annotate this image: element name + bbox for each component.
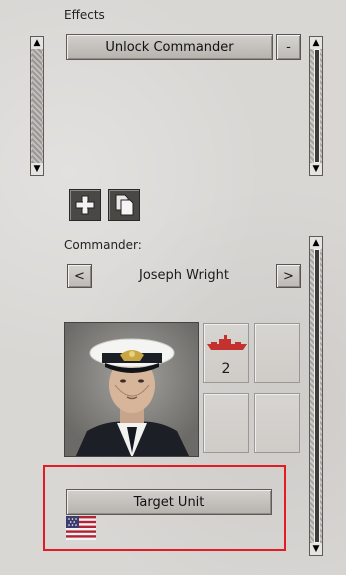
commander-heading: Commander: [64,238,142,252]
effects-right-scrollbar[interactable]: ▲ ▼ [309,36,323,176]
commander-name: Joseph Wright [139,268,229,283]
unit-slot-3[interactable] [203,393,249,453]
add-effect-button[interactable] [69,189,101,221]
commander-right-scrollbar[interactable]: ▲ ▼ [309,236,323,556]
remove-effect-button[interactable]: - [276,34,301,60]
scroll-down-arrow-icon[interactable]: ▼ [310,163,322,175]
warship-icon [207,335,247,350]
unit-slot-4[interactable] [254,393,300,453]
effects-heading: Effects [64,8,105,22]
effects-left-scrollbar[interactable]: ▲ ▼ [30,36,44,176]
commander-portrait [64,322,199,457]
scroll-thumb[interactable] [32,49,42,163]
unlock-commander-button[interactable]: Unlock Commander [66,34,273,60]
next-commander-button[interactable]: > [276,264,301,288]
plus-icon [75,195,95,215]
unit-slot-count: 2 [221,361,231,377]
scroll-up-arrow-icon[interactable]: ▲ [310,37,322,49]
copy-icon [115,194,134,216]
scroll-track[interactable] [314,49,320,163]
scroll-down-arrow-icon[interactable]: ▼ [310,543,322,555]
unit-slot-1[interactable]: 2 [203,323,249,383]
usa-flag-icon [66,516,96,540]
commander-portrait-image [65,323,198,456]
copy-effect-button[interactable] [108,189,140,221]
target-unit-button[interactable]: Target Unit [66,489,272,515]
scroll-down-arrow-icon[interactable]: ▼ [31,163,43,175]
scroll-track[interactable] [314,249,320,543]
scroll-up-arrow-icon[interactable]: ▲ [31,37,43,49]
unit-slot-2[interactable] [254,323,300,383]
scroll-up-arrow-icon[interactable]: ▲ [310,237,322,249]
prev-commander-button[interactable]: < [67,264,92,288]
usa-flag-svg [66,516,96,540]
